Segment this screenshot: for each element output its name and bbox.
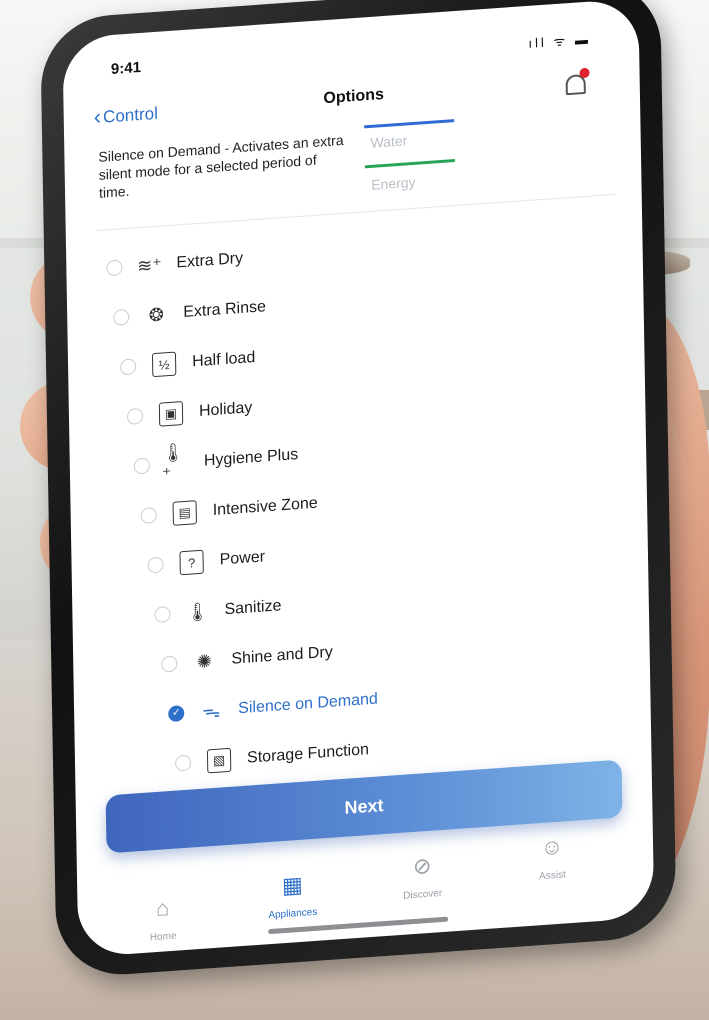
radio-checked[interactable]: ✓	[168, 705, 185, 723]
power-icon: ?	[179, 549, 204, 576]
option-label: Holiday	[198, 399, 253, 420]
phone-frame: 9:41 ıll ᯤ ▬ ‹Control Options Silence on…	[40, 0, 677, 979]
energy-line	[364, 159, 455, 169]
appliances-icon: ▦	[281, 871, 303, 899]
thermometer-icon: 🌡	[185, 600, 210, 623]
tab-assist[interactable]: ☺ Assist	[497, 831, 608, 886]
intensive-zone-icon: ▤	[172, 500, 197, 526]
tab-home[interactable]: ⌂ Home	[107, 892, 218, 947]
tab-appliances[interactable]: ▦ Appliances	[237, 869, 348, 924]
option-label: Sanitize	[224, 597, 282, 619]
radio-unchecked[interactable]	[154, 605, 171, 624]
tab-label: Appliances	[268, 906, 318, 922]
phone: 9:41 ıll ᯤ ▬ ‹Control Options Silence on…	[40, 0, 697, 989]
heat-waves-icon: ≋⁺	[136, 254, 162, 276]
status-icons: ıll ᯤ ▬	[528, 31, 592, 51]
radio-unchecked[interactable]	[174, 754, 192, 772]
status-time: 9:41	[110, 58, 142, 79]
home-icon: ⌂	[155, 895, 170, 922]
options-list: ≋⁺ Extra Dry ❂ Extra Rinse ½ Half load ▣ Holida…	[106, 208, 616, 792]
option-label: Intensive Zone	[212, 494, 318, 519]
silence-icon: ᯓ	[202, 700, 221, 722]
option-label: Extra Dry	[176, 249, 244, 272]
water-line	[364, 119, 455, 129]
holiday-icon: ▣	[158, 401, 184, 427]
radio-unchecked[interactable]	[106, 259, 123, 277]
radio-unchecked[interactable]	[126, 407, 144, 425]
option-label: Half load	[191, 349, 256, 371]
half-load-icon: ½	[151, 351, 177, 378]
radio-unchecked[interactable]	[133, 457, 151, 475]
tab-label: Discover	[403, 888, 443, 902]
option-label: Power	[219, 548, 266, 569]
tab-discover[interactable]: ⊘ Discover	[367, 850, 478, 905]
storage-icon: ▧	[206, 747, 232, 774]
option-label: Hygiene Plus	[203, 446, 299, 470]
notification-button[interactable]	[561, 67, 590, 100]
option-label: Shine and Dry	[231, 643, 333, 668]
energy-label: Energy	[371, 173, 416, 193]
rinse-icon: ❂	[148, 303, 164, 325]
compass-icon: ⊘	[412, 852, 432, 880]
option-label: Storage Function	[246, 741, 370, 767]
option-label: Extra Rinse	[183, 298, 267, 322]
water-label: Water	[370, 132, 408, 151]
radio-unchecked[interactable]	[147, 556, 164, 574]
phone-screen: 9:41 ıll ᯤ ▬ ‹Control Options Silence on…	[62, 0, 655, 958]
smiley-icon: ☺	[540, 833, 564, 861]
tab-label: Assist	[539, 869, 566, 883]
radio-unchecked[interactable]	[113, 308, 130, 326]
tab-label: Home	[149, 930, 177, 944]
radio-unchecked[interactable]	[161, 655, 178, 673]
option-description: Silence on Demand - Activates an extra s…	[98, 131, 344, 201]
consumption-legend: Water Energy	[364, 114, 475, 202]
shine-dry-icon: ✺	[196, 650, 213, 672]
radio-unchecked[interactable]	[140, 506, 157, 525]
radio-unchecked[interactable]	[120, 358, 137, 376]
thermometer-plus-icon: 🌡⁺	[161, 441, 185, 485]
option-label: Silence on Demand	[238, 690, 378, 718]
